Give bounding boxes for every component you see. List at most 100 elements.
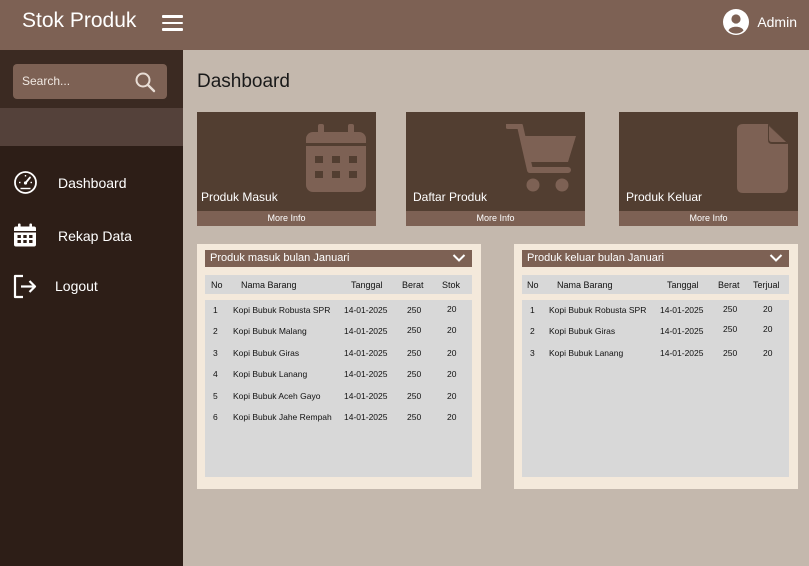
user-menu[interactable]: Admin: [723, 9, 797, 35]
panel-title: Produk keluar bulan Januari: [527, 252, 664, 264]
column-header: Terjual: [753, 280, 780, 290]
cell-tanggal: 14-01-2025: [344, 305, 388, 315]
search-input[interactable]: [22, 72, 130, 90]
cell-stok: 20: [447, 412, 457, 422]
cell-terjual: 20: [763, 348, 773, 358]
column-header: Tanggal: [667, 280, 699, 290]
search-box[interactable]: [13, 64, 167, 99]
sidebar-item-rekap-data[interactable]: Rekap Data: [0, 220, 183, 252]
cell-tanggal: 14-01-2025: [660, 348, 704, 358]
table-row[interactable]: 4 Kopi Bubuk Lanang 14-01-2025 250 20: [205, 366, 472, 384]
cell-tanggal: 14-01-2025: [660, 326, 704, 336]
cell-nama: Kopi Bubuk Giras: [233, 348, 300, 358]
table-row[interactable]: 3 Kopi Bubuk Lanang 14-01-2025 250 20: [522, 345, 789, 363]
cell-berat: 250: [407, 369, 422, 379]
calendar-icon: [306, 124, 366, 192]
month-select-keluar[interactable]: Produk keluar bulan Januari: [522, 250, 789, 267]
card-produk-masuk[interactable]: Produk Masuk More Info: [197, 112, 376, 226]
cell-nama: Kopi Bubuk Malang: [233, 326, 307, 336]
cell-berat: 250: [407, 391, 422, 401]
cell-nama: Kopi Bubuk Giras: [549, 326, 616, 336]
cell-no: 5: [213, 391, 218, 401]
card-produk-keluar[interactable]: Produk Keluar More Info: [619, 112, 798, 226]
hamburger-menu-icon[interactable]: [162, 14, 184, 32]
card-label: Produk Keluar: [626, 190, 703, 204]
sidebar: Dashboard Rekap Data Logout: [0, 50, 183, 566]
cell-nama: Kopi Bubuk Robusta SPR: [549, 305, 647, 315]
card-label: Daftar Produk: [413, 190, 488, 204]
month-select-masuk[interactable]: Produk masuk bulan Januari: [205, 250, 472, 267]
cell-terjual: 20: [763, 324, 773, 334]
cell-stok: 20: [447, 325, 457, 335]
document-icon: [737, 124, 788, 193]
cell-berat: 250: [407, 305, 422, 315]
search-icon[interactable]: [134, 71, 156, 93]
table-row[interactable]: 3 Kopi Bubuk Giras 14-01-2025 250 20: [205, 345, 472, 363]
table-header: No Nama Barang Tanggal Berat Terjual: [522, 275, 789, 294]
column-header: Nama Barang: [557, 280, 613, 290]
page-title: Dashboard: [197, 71, 290, 92]
sidebar-search-area: [0, 50, 183, 108]
cell-no: 1: [213, 305, 218, 315]
chevron-down-icon[interactable]: [769, 253, 783, 263]
cell-nama: Kopi Bubuk Lanang: [233, 369, 308, 379]
cell-tanggal: 14-01-2025: [344, 391, 388, 401]
user-avatar-icon: [723, 9, 750, 35]
speedometer-icon: [14, 171, 37, 194]
more-info-link[interactable]: More Info: [197, 211, 376, 226]
table-row[interactable]: 5 Kopi Bubuk Aceh Gayo 14-01-2025 250 20: [205, 388, 472, 406]
user-name: Admin: [757, 14, 797, 30]
sidebar-divider-band: [0, 108, 183, 146]
column-header: Nama Barang: [241, 280, 297, 290]
sidebar-item-label: Logout: [55, 278, 98, 294]
cell-no: 2: [530, 326, 535, 336]
cell-no: 6: [213, 412, 218, 422]
cell-no: 1: [530, 305, 535, 315]
table-row[interactable]: 2 Kopi Bubuk Malang 14-01-2025 250 20: [205, 323, 472, 341]
column-header: Berat: [402, 280, 424, 290]
column-header: Berat: [718, 280, 740, 290]
cell-berat: 250: [407, 412, 422, 422]
sidebar-item-dashboard[interactable]: Dashboard: [0, 167, 183, 199]
cart-icon: [506, 124, 576, 192]
cell-nama: Kopi Bubuk Robusta SPR: [233, 305, 331, 315]
table-row[interactable]: 1 Kopi Bubuk Robusta SPR 14-01-2025 250 …: [522, 302, 789, 320]
more-info-link[interactable]: More Info: [619, 211, 798, 226]
chevron-down-icon[interactable]: [452, 253, 466, 263]
cell-berat: 250: [407, 325, 422, 335]
cell-tanggal: 14-01-2025: [344, 412, 388, 422]
table-row[interactable]: 1 Kopi Bubuk Robusta SPR 14-01-2025 250 …: [205, 302, 472, 320]
column-header: Tanggal: [351, 280, 383, 290]
panel-title: Produk masuk bulan Januari: [210, 252, 350, 264]
cell-stok: 20: [447, 391, 457, 401]
cell-no: 3: [213, 348, 218, 358]
card-daftar-produk[interactable]: Daftar Produk More Info: [406, 112, 585, 226]
table-row[interactable]: 2 Kopi Bubuk Giras 14-01-2025 250 20: [522, 323, 789, 341]
cell-no: 4: [213, 369, 218, 379]
cell-stok: 20: [447, 348, 457, 358]
cell-nama: Kopi Bubuk Jahe Rempah: [233, 412, 332, 422]
cell-stok: 20: [447, 304, 457, 314]
cell-stok: 20: [447, 369, 457, 379]
cell-tanggal: 14-01-2025: [344, 348, 388, 358]
sidebar-item-label: Dashboard: [58, 175, 127, 191]
card-label: Produk Masuk: [201, 190, 278, 204]
column-header: No: [211, 280, 223, 290]
table-row[interactable]: 6 Kopi Bubuk Jahe Rempah 14-01-2025 250 …: [205, 409, 472, 427]
cell-tanggal: 14-01-2025: [344, 326, 388, 336]
cell-berat: 250: [407, 348, 422, 358]
column-header: No: [527, 280, 539, 290]
sidebar-item-logout[interactable]: Logout: [0, 271, 183, 303]
cell-no: 2: [213, 326, 218, 336]
cell-berat: 250: [723, 348, 738, 358]
cell-tanggal: 14-01-2025: [660, 305, 704, 315]
table-body: 1 Kopi Bubuk Robusta SPR 14-01-2025 250 …: [205, 300, 472, 477]
more-info-link[interactable]: More Info: [406, 211, 585, 226]
column-header: Stok: [442, 280, 461, 290]
table-body: 1 Kopi Bubuk Robusta SPR 14-01-2025 250 …: [522, 300, 789, 477]
sidebar-item-label: Rekap Data: [58, 228, 132, 244]
top-bar: Stok Produk Admin: [0, 0, 809, 50]
cell-nama: Kopi Bubuk Lanang: [549, 348, 624, 358]
app-title: Stok Produk: [22, 9, 137, 32]
table-header: No Nama Barang Tanggal Berat Stok: [205, 275, 472, 294]
